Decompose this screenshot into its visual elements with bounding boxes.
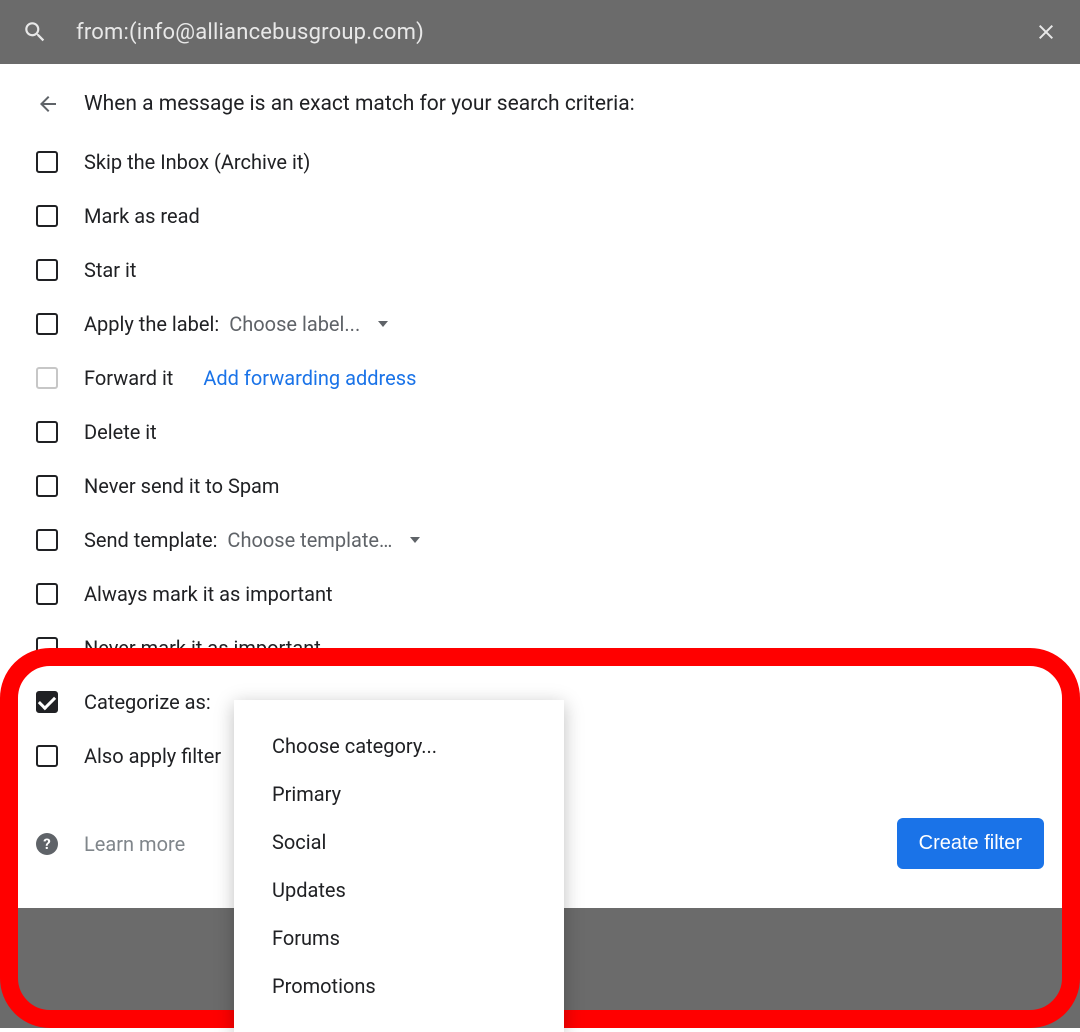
template-dropdown[interactable]: Choose template…	[227, 528, 420, 552]
label: Mark as read	[84, 204, 200, 228]
menu-item[interactable]: Promotions	[234, 962, 564, 1010]
search-icon[interactable]	[22, 19, 48, 45]
label: Forward it	[84, 366, 173, 390]
category-dropdown-menu: Choose category... Primary Social Update…	[234, 700, 564, 1032]
page-title: When a message is an exact match for you…	[84, 92, 635, 116]
checkbox[interactable]	[36, 637, 58, 659]
create-filter-button[interactable]: Create filter	[897, 818, 1044, 869]
label: Never mark it as important	[84, 636, 321, 660]
option-send-template[interactable]: Send template: Choose template…	[36, 528, 1044, 552]
back-arrow-icon[interactable]	[36, 92, 60, 116]
label: Send template:	[84, 528, 217, 552]
option-never-spam[interactable]: Never send it to Spam	[36, 474, 1044, 498]
label: Categorize as:	[84, 690, 211, 714]
label: Skip the Inbox (Archive it)	[84, 150, 310, 174]
checkbox[interactable]	[36, 691, 58, 713]
learn-more-link[interactable]: Learn more	[84, 832, 185, 856]
menu-item[interactable]: Social	[234, 818, 564, 866]
label: Never send it to Spam	[84, 474, 279, 498]
heading-row: When a message is an exact match for you…	[36, 92, 1044, 116]
menu-item[interactable]: Primary	[234, 770, 564, 818]
checkbox[interactable]	[36, 259, 58, 281]
option-apply-label[interactable]: Apply the label: Choose label...	[36, 312, 1044, 336]
checkbox[interactable]	[36, 313, 58, 335]
menu-item[interactable]: Forums	[234, 914, 564, 962]
option-mark-read[interactable]: Mark as read	[36, 204, 1044, 228]
checkbox[interactable]	[36, 475, 58, 497]
checkbox[interactable]	[36, 367, 58, 389]
label: Star it	[84, 258, 136, 282]
label-dropdown[interactable]: Choose label...	[229, 312, 388, 336]
option-never-important[interactable]: Never mark it as important	[36, 636, 1044, 660]
option-star[interactable]: Star it	[36, 258, 1044, 282]
close-icon[interactable]	[1034, 20, 1058, 44]
checkbox[interactable]	[36, 583, 58, 605]
caret-down-icon	[410, 537, 420, 543]
label: Apply the label:	[84, 312, 219, 336]
checkbox[interactable]	[36, 151, 58, 173]
checkbox[interactable]	[36, 745, 58, 767]
option-always-important[interactable]: Always mark it as important	[36, 582, 1044, 606]
label: Delete it	[84, 420, 157, 444]
checkbox[interactable]	[36, 205, 58, 227]
caret-down-icon	[378, 321, 388, 327]
dropdown-value: Choose template…	[227, 528, 392, 552]
checkbox[interactable]	[36, 529, 58, 551]
add-forwarding-link[interactable]: Add forwarding address	[203, 366, 416, 390]
menu-item[interactable]: Choose category...	[234, 722, 564, 770]
dropdown-value: Choose label...	[229, 312, 360, 336]
search-header: from:(info@alliancebusgroup.com)	[0, 0, 1080, 64]
menu-item[interactable]: Updates	[234, 866, 564, 914]
option-delete[interactable]: Delete it	[36, 420, 1044, 444]
label: Always mark it as important	[84, 582, 333, 606]
help-icon[interactable]: ?	[36, 833, 58, 855]
label: Also apply filter	[84, 744, 221, 768]
option-forward[interactable]: Forward it Add forwarding address	[36, 366, 1044, 390]
search-query[interactable]: from:(info@alliancebusgroup.com)	[76, 20, 1034, 45]
checkbox[interactable]	[36, 421, 58, 443]
option-skip-inbox[interactable]: Skip the Inbox (Archive it)	[36, 150, 1044, 174]
